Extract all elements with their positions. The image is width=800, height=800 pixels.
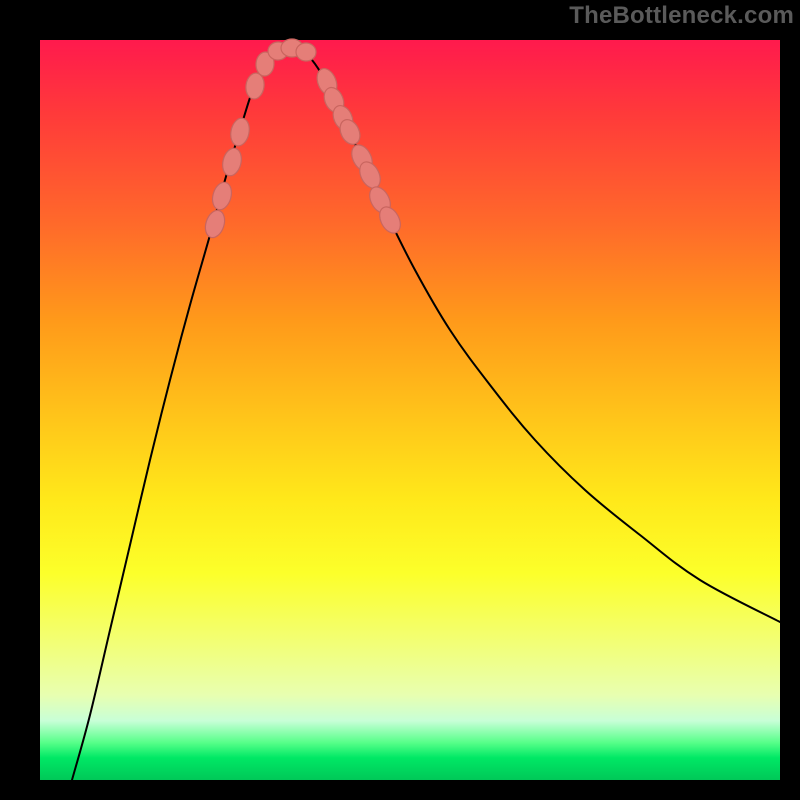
marker-group (202, 39, 404, 240)
marker-point (209, 180, 234, 212)
curve-svg (40, 40, 780, 780)
series-right-branch (290, 48, 780, 622)
marker-point (295, 42, 316, 61)
marker-point (202, 208, 228, 240)
watermark-text: TheBottleneck.com (569, 2, 794, 30)
chart-frame: TheBottleneck.com (0, 0, 800, 800)
series-left-branch (72, 48, 290, 780)
gradient-plot-area (40, 40, 780, 780)
marker-point (228, 116, 251, 147)
marker-point (220, 146, 244, 178)
series-group (72, 48, 780, 780)
